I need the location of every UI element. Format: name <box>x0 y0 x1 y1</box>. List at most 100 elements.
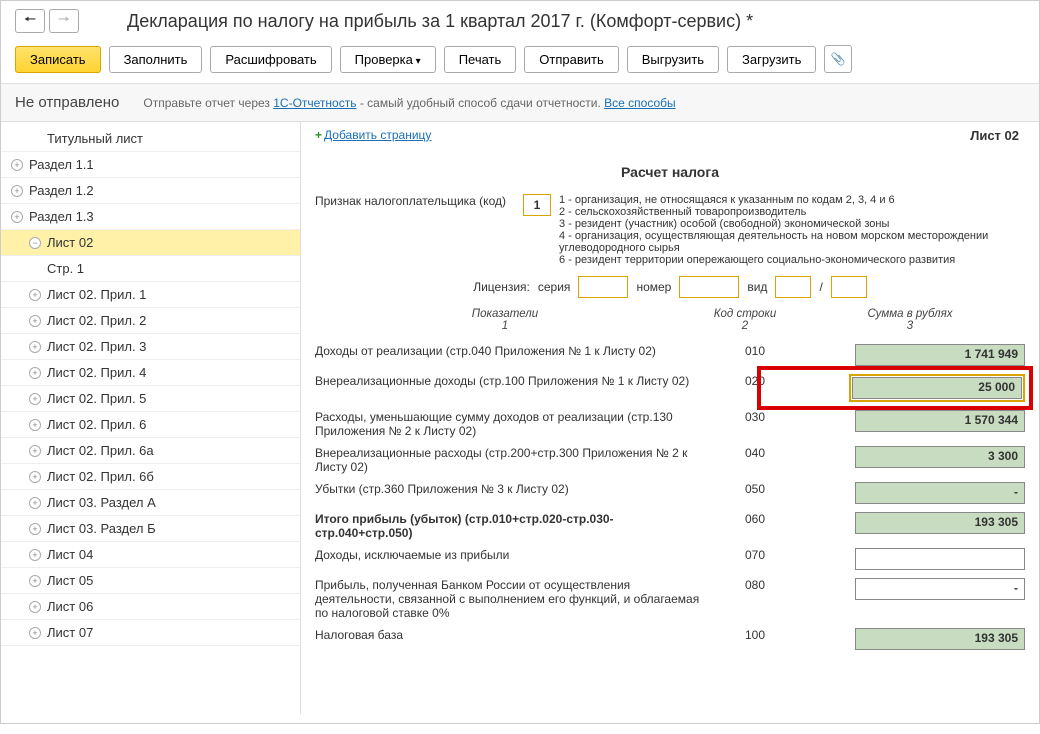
section-tree[interactable]: Титульный лист +Раздел 1.1+Раздел 1.2+Раз… <box>1 122 301 714</box>
license-row: Лицензия: серия номер вид / <box>315 276 1025 298</box>
indicator-label: Внереализационные расходы (стр.200+стр.3… <box>315 446 715 474</box>
expand-icon[interactable]: + <box>29 549 41 561</box>
link-all-ways[interactable]: Все способы <box>604 96 676 110</box>
tree-item-label: Лист 02. Прил. 6б <box>47 469 154 484</box>
expand-icon[interactable]: + <box>29 575 41 587</box>
tree-item[interactable]: + Лист 06 <box>1 594 300 620</box>
indicator-label: Доходы, исключаемые из прибыли <box>315 548 715 562</box>
tree-item[interactable]: −Лист 02 <box>1 230 300 256</box>
expand-icon[interactable]: + <box>11 159 23 171</box>
expand-icon[interactable]: + <box>29 627 41 639</box>
calc-row: Убытки (стр.360 Приложения № 3 к Листу 0… <box>315 478 1025 508</box>
amount-input[interactable]: 1 570 344 <box>855 410 1025 432</box>
import-button[interactable]: Загрузить <box>727 46 816 73</box>
tree-item[interactable]: + Лист 03. Раздел Б <box>1 516 300 542</box>
tree-item[interactable]: + Лист 02. Прил. 1 <box>1 282 300 308</box>
expand-icon[interactable]: + <box>29 601 41 613</box>
expand-icon[interactable]: + <box>11 211 23 223</box>
decrypt-button[interactable]: Расшифровать <box>210 46 331 73</box>
license-series-input[interactable] <box>578 276 628 298</box>
tree-item[interactable]: +Раздел 1.3 <box>1 204 300 230</box>
tree-item-label: Титульный лист <box>47 131 143 146</box>
amount-input[interactable]: 25 000 <box>852 377 1022 399</box>
amount-input[interactable]: - <box>855 482 1025 504</box>
expand-icon[interactable]: + <box>29 419 41 431</box>
expand-icon[interactable]: + <box>29 393 41 405</box>
sheet-content: Добавить страницу Лист 02 Расчет налога … <box>301 122 1039 714</box>
taxpayer-label: Признак налогоплательщика (код) <box>315 194 515 208</box>
expand-icon[interactable]: + <box>29 523 41 535</box>
tree-item[interactable]: + Лист 07 <box>1 620 300 646</box>
calc-row: Внереализационные расходы (стр.200+стр.3… <box>315 442 1025 478</box>
expand-icon[interactable]: + <box>29 367 41 379</box>
expand-icon[interactable]: + <box>29 341 41 353</box>
tree-item-label: Лист 03. Раздел А <box>47 495 156 510</box>
expand-icon[interactable]: + <box>29 497 41 509</box>
print-button[interactable]: Печать <box>444 46 517 73</box>
tree-item-label: Лист 02. Прил. 1 <box>47 287 146 302</box>
page-title: Декларация по налогу на прибыль за 1 ква… <box>127 11 753 32</box>
tree-item-label: Лист 03. Раздел Б <box>47 521 156 536</box>
expand-icon[interactable]: + <box>29 289 41 301</box>
amount-input[interactable]: 193 305 <box>855 512 1025 534</box>
license-number-input[interactable] <box>679 276 739 298</box>
header: 🠔 🠖 Декларация по налогу на прибыль за 1… <box>1 1 1039 41</box>
toolbar: Записать Заполнить Расшифровать Проверка… <box>1 41 1039 84</box>
calc-row: Доходы от реализации (стр.040 Приложения… <box>315 340 1025 370</box>
send-status: Не отправлено <box>15 94 119 111</box>
tree-item-label: Лист 06 <box>47 599 93 614</box>
tree-item[interactable]: +Раздел 1.1 <box>1 152 300 178</box>
add-page-link[interactable]: Добавить страницу <box>315 128 431 142</box>
amount-input[interactable]: - <box>855 578 1025 600</box>
tree-item-label: Лист 02. Прил. 6 <box>47 417 146 432</box>
check-button[interactable]: Проверка <box>340 46 436 73</box>
expand-icon[interactable]: + <box>29 315 41 327</box>
tree-item[interactable]: + Лист 02. Прил. 6б <box>1 464 300 490</box>
tree-item[interactable]: +Раздел 1.2 <box>1 178 300 204</box>
tree-item-label: Лист 05 <box>47 573 93 588</box>
taxpayer-code-input[interactable]: 1 <box>523 194 551 216</box>
export-button[interactable]: Выгрузить <box>627 46 719 73</box>
amount-input[interactable] <box>855 548 1025 570</box>
tree-item[interactable]: + Лист 03. Раздел А <box>1 490 300 516</box>
tree-item-label: Лист 02. Прил. 3 <box>47 339 146 354</box>
tree-item-label: Лист 07 <box>47 625 93 640</box>
amount-input[interactable]: 1 741 949 <box>855 344 1025 366</box>
tree-item-label: Лист 02. Прил. 4 <box>47 365 146 380</box>
tree-item[interactable]: +Лист 02. Прил. 6а <box>1 438 300 464</box>
expand-icon[interactable]: + <box>29 445 41 457</box>
write-button[interactable]: Записать <box>15 46 101 73</box>
attach-button[interactable]: 📎 <box>824 45 852 73</box>
calc-row: Прибыль, полученная Банком России от осу… <box>315 574 1025 624</box>
taxpayer-explanation: 1 - организация, не относящаяся к указан… <box>559 194 1025 266</box>
tree-item[interactable]: + Лист 02. Прил. 4 <box>1 360 300 386</box>
send-button[interactable]: Отправить <box>524 46 618 73</box>
nav-back-button[interactable]: 🠔 <box>15 9 45 33</box>
status-bar: Не отправлено Отправьте отчет через 1С-О… <box>1 84 1039 122</box>
amount-input[interactable]: 3 300 <box>855 446 1025 468</box>
tree-item[interactable]: +Лист 02. Прил. 2 <box>1 308 300 334</box>
calc-row: Доходы, исключаемые из прибыли070 <box>315 544 1025 574</box>
amount-input[interactable]: 193 305 <box>855 628 1025 650</box>
expand-icon[interactable]: + <box>11 185 23 197</box>
status-hint: Отправьте отчет через 1С-Отчетность - са… <box>143 96 675 110</box>
license-type2-input[interactable] <box>831 276 867 298</box>
expand-icon[interactable]: + <box>29 471 41 483</box>
link-1c-report[interactable]: 1С-Отчетность <box>273 96 356 110</box>
tree-item[interactable]: Титульный лист <box>1 126 300 152</box>
row-code: 080 <box>715 578 775 592</box>
tree-item[interactable]: + Лист 02. Прил. 3 <box>1 334 300 360</box>
row-code: 020 <box>715 374 775 388</box>
tree-item[interactable]: +Лист 04 <box>1 542 300 568</box>
collapse-icon[interactable]: − <box>29 237 41 249</box>
tree-item[interactable]: + Лист 05 <box>1 568 300 594</box>
license-type-input[interactable] <box>775 276 811 298</box>
sheet-label: Лист 02 <box>970 128 1019 143</box>
indicator-label: Итого прибыль (убыток) (стр.010+стр.020-… <box>315 512 715 540</box>
tree-item[interactable]: + Лист 02. Прил. 6 <box>1 412 300 438</box>
tree-item-label: Лист 02 <box>47 235 93 250</box>
nav-forward-button[interactable]: 🠖 <box>49 9 79 33</box>
tree-item[interactable]: Стр. 1 <box>1 256 300 282</box>
tree-item[interactable]: +Лист 02. Прил. 5 <box>1 386 300 412</box>
fill-button[interactable]: Заполнить <box>109 46 203 73</box>
